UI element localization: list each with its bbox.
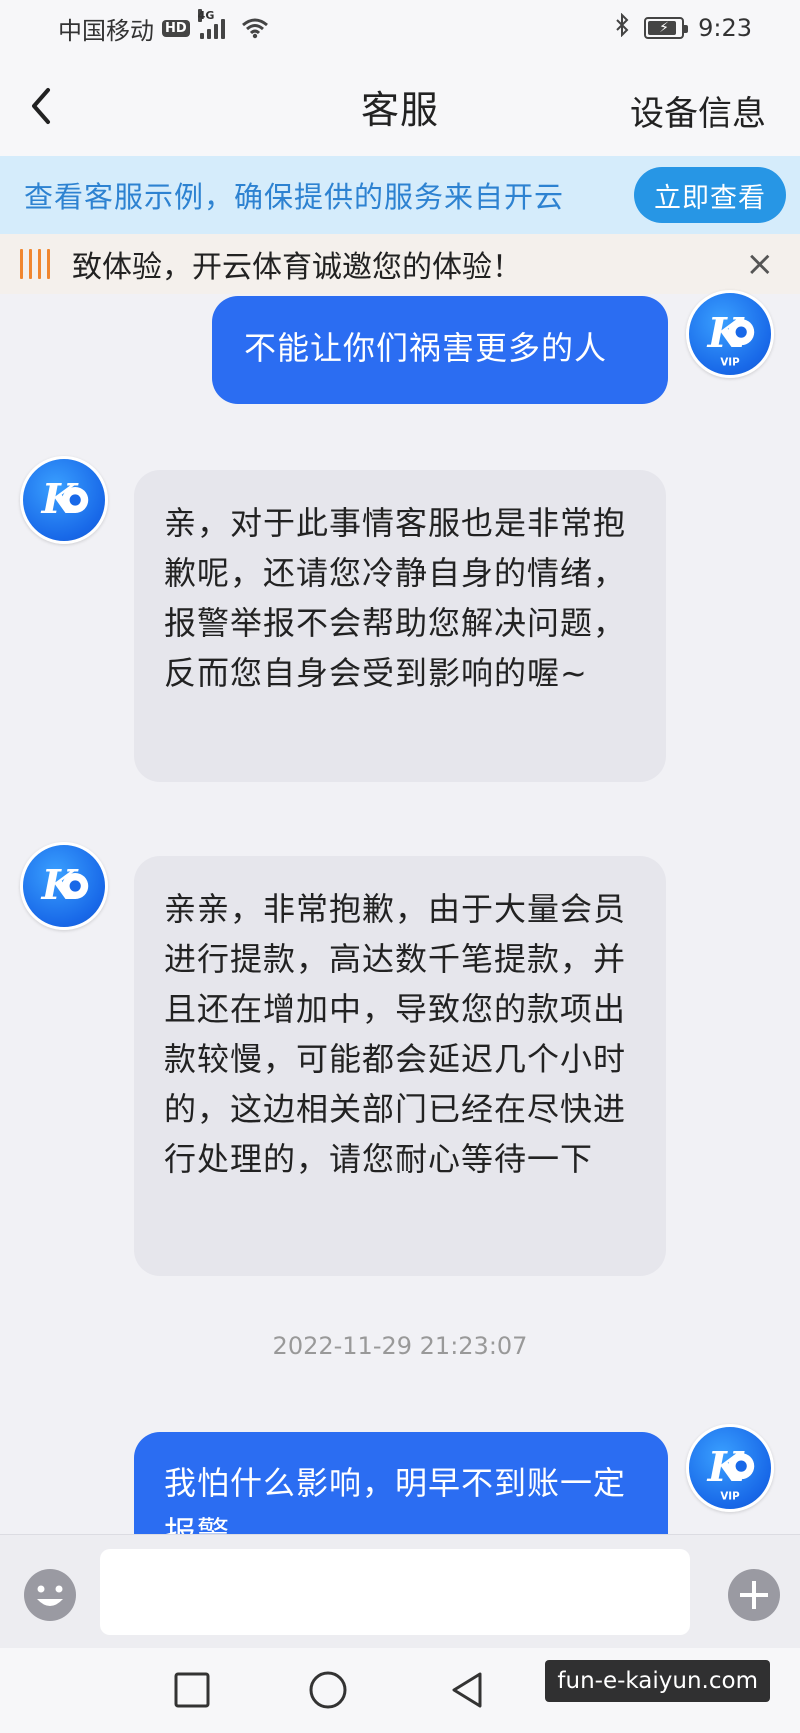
device-info-button[interactable]: 设备信息 [630,86,766,135]
message-input[interactable] [100,1549,690,1635]
clock: 9:23 [698,14,752,42]
status-right: ⚡ 9:23 [614,12,752,43]
sound-wave-icon [20,247,50,281]
marquee-text: 致体验，开云体育诚邀您的体验！ [72,250,522,285]
message-text: 亲亲，非常抱歉，由于大量会员进行提款，高达数千笔提款，并且还在增加中，导致您的款… [164,890,627,1178]
announcement-marquee: 致体验，开云体育诚邀您的体验！ × [0,234,800,294]
recent-apps-icon[interactable] [172,1670,212,1710]
vip-badge: VIP [720,357,740,369]
message-bubble-outgoing: 我怕什么影响，明早不到账一定报警 [134,1432,668,1534]
emoji-button[interactable] [22,1567,78,1623]
agent-avatar[interactable]: K [20,456,108,544]
bluetooth-icon [614,12,630,43]
view-now-button[interactable]: 立即查看 [634,167,786,223]
wifi-icon [241,17,269,39]
message-text: 不能让你们祸害更多的人 [244,329,608,367]
message-bubble-outgoing: 不能让你们祸害更多的人 [212,296,668,404]
emoji-icon [24,1569,76,1621]
message-input-bar [0,1534,800,1648]
app-header: 客服 设备信息 [0,56,800,156]
status-left: 中国移动 HD 4G [58,9,269,46]
more-options-button[interactable] [726,1567,782,1623]
page-title: 客服 [360,87,439,132]
message-timestamp: 2022-11-29 21:23:07 [272,1332,528,1360]
user-avatar[interactable]: K VIP [686,290,774,378]
hd-badge: HD [162,19,190,37]
plus-icon [728,1569,780,1621]
message-bubble-incoming: 亲，对于此事情客服也是非常抱歉呢，还请您冷静自身的情绪，报警举报不会帮助您解决问… [134,470,666,782]
notice-banner: 查看客服示例，确保提供的服务来自开云 立即查看 [0,156,800,234]
back-triangle-icon[interactable] [448,1670,488,1710]
vip-badge: VIP [720,1491,740,1503]
agent-avatar[interactable]: K [20,842,108,930]
signal-icon: 4G [197,9,225,39]
notice-text: 查看客服示例，确保提供的服务来自开云 [24,180,565,214]
watermark-label: fun-e-kaiyun.com [545,1660,770,1702]
message-text: 亲，对于此事情客服也是非常抱歉呢，还请您冷静自身的情绪，报警举报不会帮助您解决问… [164,504,627,692]
battery-icon: ⚡ [644,17,689,39]
chevron-left-icon [32,88,50,124]
message-bubble-incoming: 亲亲，非常抱歉，由于大量会员进行提款，高达数千笔提款，并且还在增加中，导致您的款… [134,856,666,1276]
status-bar: 中国移动 HD 4G ⚡ 9:23 [0,0,800,56]
user-avatar[interactable]: K VIP [686,1424,774,1512]
close-icon[interactable]: × [746,244,775,284]
carrier-label: 中国移动 [58,16,154,45]
home-icon[interactable] [308,1670,348,1710]
back-button[interactable] [22,82,62,130]
message-text: 我怕什么影响，明早不到账一定报警 [164,1464,627,1534]
network-type-label: 4G [197,9,215,22]
system-nav-bar: fun-e-kaiyun.com [0,1648,800,1733]
